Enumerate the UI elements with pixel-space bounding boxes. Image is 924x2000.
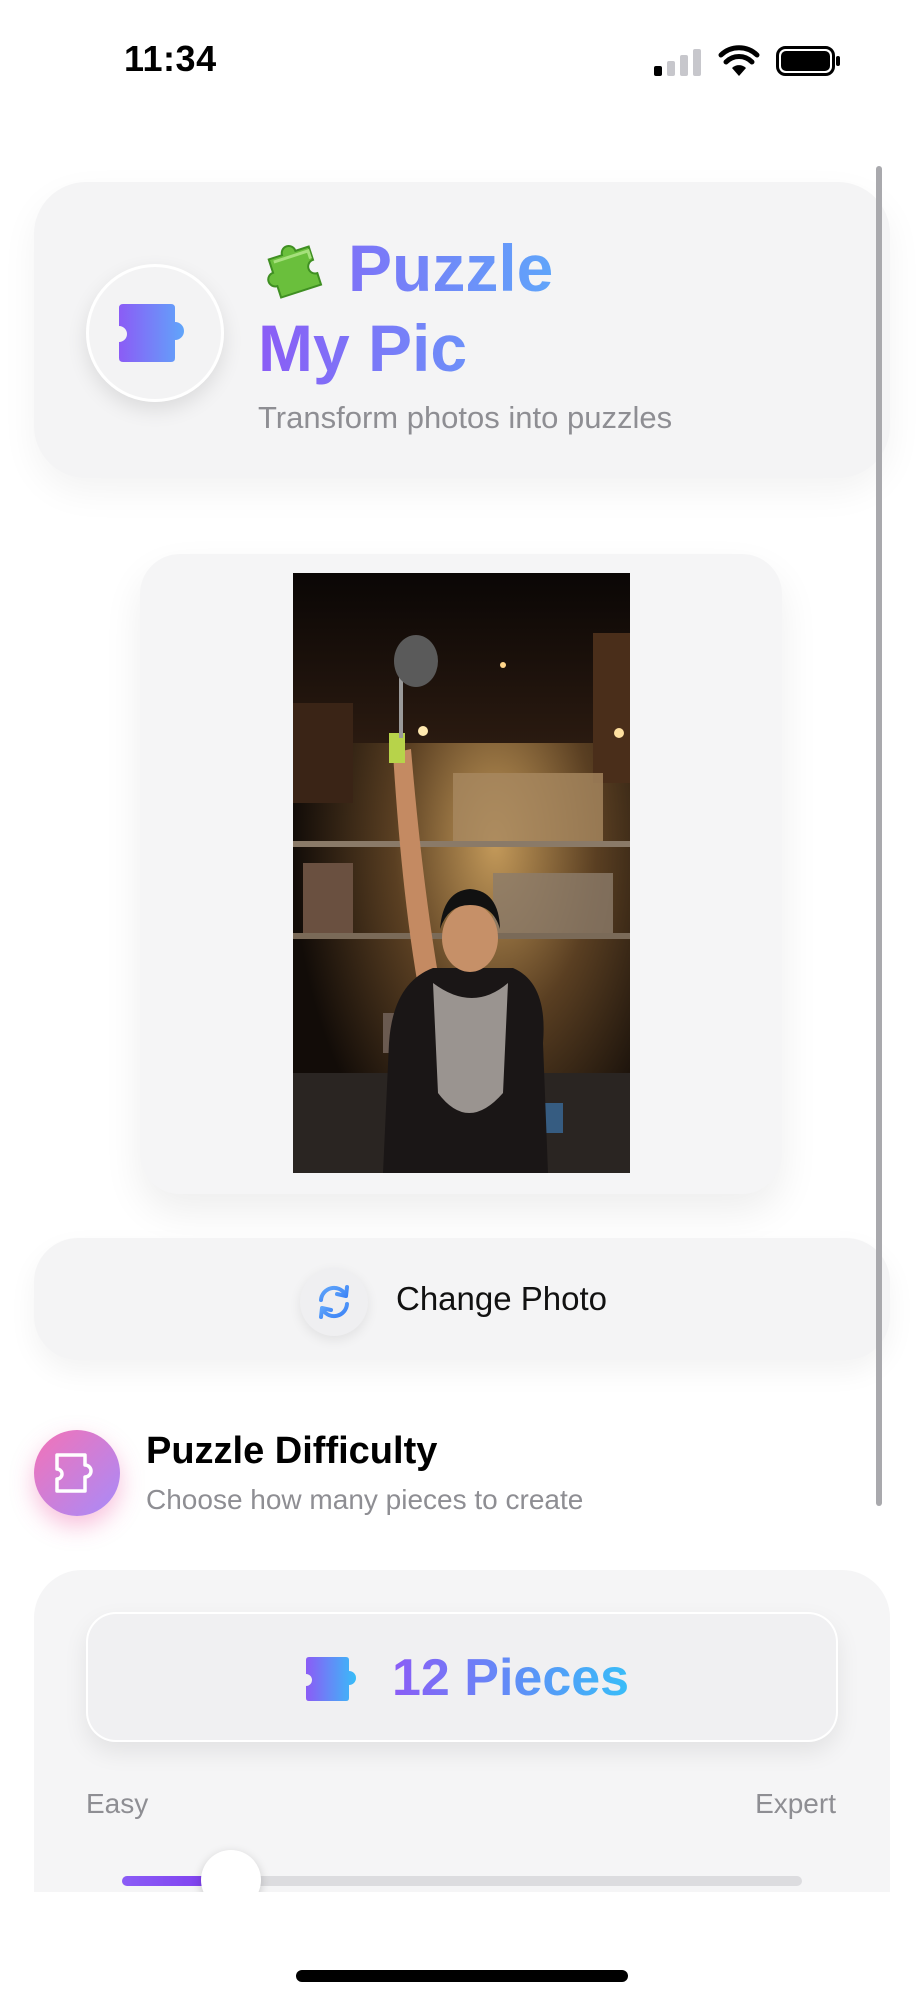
status-time: 11:34: [124, 38, 217, 79]
app-subtitle: Transform photos into puzzles: [258, 400, 673, 435]
slider-min-label: Easy: [86, 1788, 149, 1819]
scrollbar[interactable]: [876, 166, 882, 1506]
pieces-count-label: 12 Pieces: [392, 1649, 630, 1707]
app-logo: [86, 264, 224, 402]
app-title-line2: My Pic: [258, 311, 468, 385]
kitchen-photo-image: [293, 573, 630, 1173]
status-bar: 11:34: [0, 0, 924, 110]
home-indicator[interactable]: [296, 1970, 628, 1982]
cellular-signal-icon: [654, 48, 702, 76]
difficulty-badge: [34, 1430, 120, 1516]
difficulty-subtitle: Choose how many pieces to create: [146, 1484, 584, 1515]
app-title-line1: Puzzle: [348, 231, 554, 305]
change-photo-label: Change Photo: [396, 1280, 608, 1317]
puzzle-piece-icon: [119, 304, 184, 362]
wifi-icon: [718, 45, 760, 76]
battery-icon: [776, 46, 840, 76]
change-photo-icon-badge: [300, 1268, 368, 1336]
app-title: Puzzle My Pic: [258, 228, 553, 388]
difficulty-title: Puzzle Difficulty: [146, 1430, 438, 1472]
puzzle-outline-icon: [55, 1453, 93, 1493]
selected-photo[interactable]: [293, 573, 630, 1173]
pieces-puzzle-icon: [306, 1657, 356, 1701]
refresh-icon: [319, 1285, 349, 1319]
slider-max-label: Expert: [755, 1788, 836, 1819]
bottom-safe-area: [0, 1892, 924, 2000]
